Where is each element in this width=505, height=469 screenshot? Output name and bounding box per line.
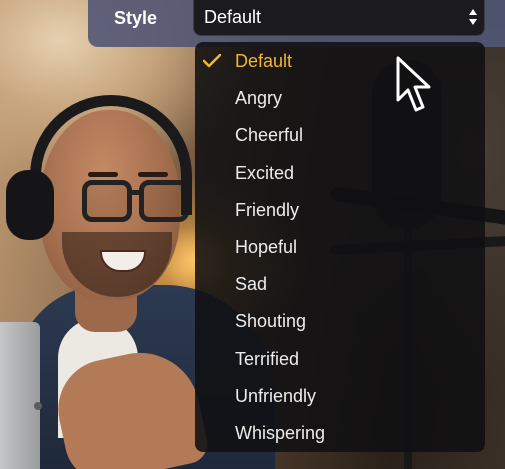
dropdown-option-label: Unfriendly [235,385,317,406]
dropdown-option-label: Angry [235,88,283,109]
laptop-camera [34,402,42,410]
dropdown-option-terrified[interactable]: Terrified [195,342,485,376]
dropdown-option-excited[interactable]: Excited [195,156,485,190]
up-down-arrows-icon [469,9,477,25]
dropdown-option-label: Whispering [235,423,326,443]
mouse-cursor-icon [396,56,431,112]
dropdown-option-sad[interactable]: Sad [195,267,485,301]
dropdown-option-whispering[interactable]: Whispering [195,416,485,450]
style-label: Style [114,8,158,28]
dropdown-option-unfriendly[interactable]: Unfriendly [195,379,485,413]
dropdown-option-default[interactable]: Default [195,44,485,78]
style-select[interactable]: Default [193,0,485,36]
dropdown-option-label: Default [235,51,293,71]
laptop [0,322,40,469]
dropdown-option-label: Shouting [235,311,307,332]
dropdown-option-shouting[interactable]: Shouting [195,304,485,338]
dropdown-option-cheerful[interactable]: Cheerful [195,118,485,152]
dropdown-option-label: Friendly [235,199,300,220]
style-select-value: Default [204,7,262,27]
dropdown-option-friendly[interactable]: Friendly [195,193,485,227]
style-dropdown-menu: Default Angry Cheerful Excited Friendly Hopef… [195,42,485,452]
dropdown-option-label: Excited [235,162,295,183]
dropdown-option-label: Hopeful [235,237,298,257]
dropdown-option-hopeful[interactable]: Hopeful [195,230,485,264]
dropdown-option-angry[interactable]: Angry [195,81,485,115]
checkmark-icon [203,54,221,68]
dropdown-option-label: Sad [235,274,268,295]
headphones-cup [6,170,54,240]
dropdown-option-label: Cheerful [235,125,304,146]
dropdown-option-label: Terrified [235,348,300,369]
